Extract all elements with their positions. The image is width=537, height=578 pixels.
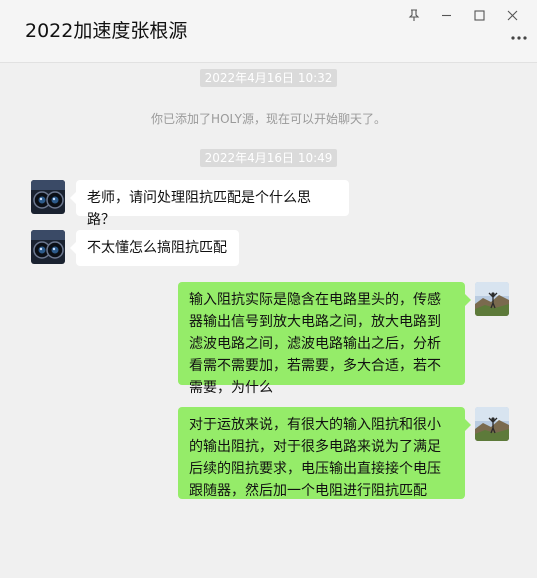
binoculars-avatar-image: [31, 180, 65, 214]
outgoing-message-bubble[interactable]: 对于运放来说，有很大的输入阻抗和很小的输出阻抗，对于很多电路来说为了满足后续的阻…: [178, 407, 471, 499]
contact-avatar[interactable]: [31, 180, 65, 214]
window-controls: [397, 6, 529, 24]
contact-avatar[interactable]: [31, 230, 65, 264]
incoming-message-bubble[interactable]: 不太懂怎么搞阻抗匹配: [70, 230, 239, 266]
message-text: 对于运放来说，有很大的输入阻抗和很小的输出阻抗，对于很多电路来说为了满足后续的阻…: [189, 417, 441, 499]
message-list[interactable]: 2022年4月16日 10:32 你已添加了HOLY源，现在可以开始聊天了。 2…: [0, 63, 537, 578]
chat-title: 2022加速度张根源: [25, 20, 188, 42]
timestamp-row: 2022年4月16日 10:49: [0, 149, 537, 167]
close-icon: [507, 10, 518, 20]
title-bar: 2022加速度张根源: [0, 0, 537, 63]
mountain-avatar-image: [475, 407, 509, 441]
minimize-button[interactable]: [430, 6, 463, 24]
timestamp: 2022年4月16日 10:49: [199, 149, 338, 167]
binoculars-avatar-image: [31, 230, 65, 264]
minimize-icon: [442, 14, 451, 16]
incoming-message-bubble[interactable]: 老师，请问处理阻抗匹配是个什么思路？: [70, 180, 349, 228]
timestamp-row: 2022年4月16日 10:32: [0, 69, 537, 87]
pin-button[interactable]: [397, 6, 430, 24]
more-dots-icon: [511, 36, 527, 40]
my-avatar[interactable]: [475, 407, 509, 441]
mountain-avatar-image: [475, 282, 509, 316]
timestamp: 2022年4月16日 10:32: [199, 69, 338, 87]
maximize-icon: [474, 9, 485, 21]
message-text: 不太懂怎么搞阻抗匹配: [87, 240, 227, 256]
my-avatar[interactable]: [475, 282, 509, 316]
message-text: 老师，请问处理阻抗匹配是个什么思路？: [87, 190, 311, 228]
message-text: 输入阻抗实际是隐含在电路里头的，传感器输出信号到放大电路之间，放大电路到滤波电路…: [189, 292, 441, 396]
system-message: 你已添加了HOLY源，现在可以开始聊天了。: [151, 112, 386, 126]
close-button[interactable]: [496, 6, 529, 24]
more-options-button[interactable]: [509, 30, 529, 46]
pin-icon: [408, 8, 419, 21]
maximize-button[interactable]: [463, 6, 496, 24]
outgoing-message-bubble[interactable]: 输入阻抗实际是隐含在电路里头的，传感器输出信号到放大电路之间，放大电路到滤波电路…: [178, 282, 471, 396]
